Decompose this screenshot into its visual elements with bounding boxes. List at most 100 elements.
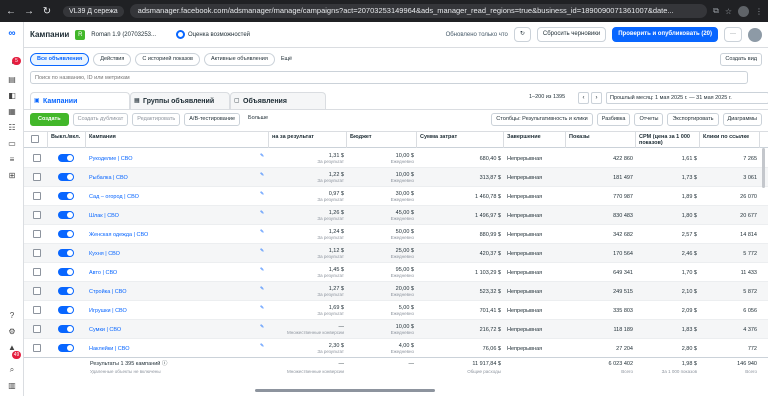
columns-button[interactable]: Столбцы: Результативность и клики (491, 113, 593, 126)
forward-icon[interactable]: → (23, 6, 35, 17)
pin-icon[interactable]: ✎ (260, 286, 264, 292)
budget-cell[interactable]: 50,00 $ Ежедневно (347, 225, 417, 244)
row-checkbox[interactable] (33, 173, 41, 181)
campaign-toggle[interactable] (58, 230, 74, 238)
prev-page-button[interactable]: ‹ (578, 92, 589, 104)
header-link-clicks[interactable]: Клики по ссылке (700, 132, 760, 148)
table-row[interactable]: Стройка | СВО ✎ 1,27 $ За результат 20,00 $ Е… (24, 282, 768, 301)
budget-cell[interactable]: 25,00 $ Ежедневно (347, 244, 417, 263)
campaign-name[interactable]: Рукоделие | СВО (89, 156, 258, 162)
help-icon[interactable]: ? (5, 310, 19, 322)
campaign-toggle[interactable] (58, 173, 74, 181)
campaign-toggle[interactable] (58, 154, 74, 162)
filter-actions[interactable]: Действия (93, 52, 132, 66)
campaign-toggle[interactable] (58, 268, 74, 276)
campaign-name[interactable]: Авто | СВО (89, 270, 258, 276)
budget-cell[interactable]: 20,00 $ Ежедневно (347, 282, 417, 301)
header-campaign[interactable]: Кампания (86, 132, 269, 148)
filter-all-ads[interactable]: Все объявления (30, 52, 90, 66)
campaign-toggle[interactable] (58, 192, 74, 200)
date-range-picker[interactable]: Прошлый месяц: 1 мая 2025 г. — 31 мая 20… (606, 92, 768, 104)
search-icon[interactable]: ⌕ (5, 364, 19, 376)
campaign-name[interactable]: Игрушки | СВО (89, 308, 258, 314)
pin-icon[interactable]: ✎ (260, 210, 264, 216)
header-impressions[interactable]: Показы (566, 132, 636, 148)
pin-icon[interactable]: ✎ (260, 343, 264, 349)
info-icon[interactable]: ⓘ (162, 361, 168, 367)
campaign-name-cell[interactable]: Стройка | СВО (86, 282, 261, 301)
budget-cell[interactable]: 45,00 $ Ежедневно (347, 206, 417, 225)
tools-icon[interactable]: ≡ (5, 154, 19, 166)
edit-button[interactable]: Редактировать (132, 113, 181, 126)
breakdown-button[interactable]: Разбивка (596, 113, 631, 126)
campaign-name-cell[interactable]: Кухня | СВО (86, 244, 261, 263)
next-page-button[interactable]: › (591, 92, 602, 104)
avatar[interactable] (748, 27, 762, 42)
filter-with-impressions[interactable]: С историей показов (135, 52, 200, 66)
pin-icon[interactable]: ✎ (260, 324, 264, 330)
header-cpm[interactable]: CPM (цена за 1 000 показов) (636, 132, 700, 148)
row-checkbox[interactable] (33, 325, 41, 333)
budget-cell[interactable]: 5,00 $ Ежедневно (347, 301, 417, 320)
table-row[interactable]: Авто | СВО ✎ 1,45 $ За результат 95,00 $ Ежед… (24, 263, 768, 282)
campaign-name-cell[interactable]: Игрушки | СВО (86, 301, 261, 320)
back-icon[interactable]: ← (5, 6, 17, 17)
search-input[interactable] (30, 71, 748, 84)
table-row[interactable]: Рыбалка | СВО ✎ 1,22 $ За результат 10,00 $ Е… (24, 168, 768, 187)
more-filters-button[interactable]: Ещё (281, 56, 292, 62)
pin-icon[interactable]: ✎ (260, 267, 264, 273)
pages-icon[interactable]: ◧ (5, 90, 19, 102)
discard-drafts-button[interactable]: Сбросить черновики (536, 27, 607, 42)
more-options-button[interactable]: ··· (724, 27, 742, 42)
campaign-name-cell[interactable]: Шлак | СВО (86, 206, 261, 225)
opportunity-score[interactable]: Оценка возможностей (176, 30, 250, 39)
campaigns-icon[interactable]: ▤ (5, 74, 19, 86)
table-row[interactable]: Наклейки | СВО ✎ 2,30 $ За результат 4,00 $ Е… (24, 339, 768, 358)
campaign-name[interactable]: Сумки | СВО (89, 327, 258, 333)
campaign-toggle[interactable] (58, 306, 74, 314)
row-checkbox[interactable] (33, 344, 41, 352)
campaign-name[interactable]: Стройка | СВО (89, 289, 258, 295)
tab-ads[interactable]: ▢ Объявления (230, 92, 326, 109)
row-checkbox[interactable] (33, 249, 41, 257)
campaign-toggle[interactable] (58, 325, 74, 333)
campaign-name-cell[interactable]: Наклейки | СВО (86, 339, 261, 358)
grid-icon[interactable]: ⊞ (5, 170, 19, 182)
refresh-button[interactable]: ↻ (513, 27, 531, 42)
horizontal-scrollbar[interactable] (255, 389, 435, 392)
select-all-checkbox[interactable] (31, 135, 39, 143)
header-cost-per-result[interactable]: на за результат (269, 132, 347, 148)
campaign-name-cell[interactable]: Авто | СВО (86, 263, 261, 282)
budget-cell[interactable]: 95,00 $ Ежедневно (347, 263, 417, 282)
campaign-name-cell[interactable]: Женская одежда | СВО (86, 225, 261, 244)
campaign-name[interactable]: Наклейки | СВО (89, 346, 258, 352)
campaign-name-cell[interactable]: Сад – огород | СВО (86, 187, 261, 206)
header-ends[interactable]: Завершение (504, 132, 566, 148)
settings-icon[interactable]: ⚙ (5, 326, 19, 338)
budget-cell[interactable]: 10,00 $ Ежедневно (347, 320, 417, 339)
billing-icon[interactable]: ▭ (5, 138, 19, 150)
campaign-name-cell[interactable]: Сумки | СВО (86, 320, 261, 339)
pin-icon[interactable]: ✎ (260, 191, 264, 197)
campaign-toggle[interactable] (58, 287, 74, 295)
create-button[interactable]: Создать (30, 113, 69, 126)
tab-campaigns[interactable]: ▣ Кампании (30, 92, 130, 110)
tab-adsets[interactable]: ▦ Группы объявлений (130, 92, 230, 109)
vertical-scrollbar[interactable] (762, 148, 765, 188)
publish-button[interactable]: Проверить и опубликовать (20) (612, 27, 718, 42)
header-amount-spent[interactable]: Сумма затрат (417, 132, 504, 148)
campaign-toggle[interactable] (58, 249, 74, 257)
docs-icon[interactable]: ▥ (5, 380, 19, 392)
create-view-button[interactable]: Создать вид (720, 52, 762, 66)
budget-cell[interactable]: 30,00 $ Ежедневно (347, 187, 417, 206)
budget-cell[interactable]: 10,00 $ Ежедневно (347, 168, 417, 187)
budget-cell[interactable]: 10,00 $ Ежедневно (347, 149, 417, 168)
reload-icon[interactable]: ↻ (41, 6, 53, 17)
pin-icon[interactable]: ✎ (260, 305, 264, 311)
campaign-name[interactable]: Кухня | СВО (89, 251, 258, 257)
pin-icon[interactable]: ✎ (260, 229, 264, 235)
budget-cell[interactable]: 4,00 $ Ежедневно (347, 339, 417, 358)
reports-button[interactable]: Отчеты (634, 113, 664, 126)
table-row[interactable]: Игрушки | СВО ✎ 1,69 $ За результат 5,00 $ Еж… (24, 301, 768, 320)
export-button[interactable]: Экспортировать (667, 113, 719, 126)
